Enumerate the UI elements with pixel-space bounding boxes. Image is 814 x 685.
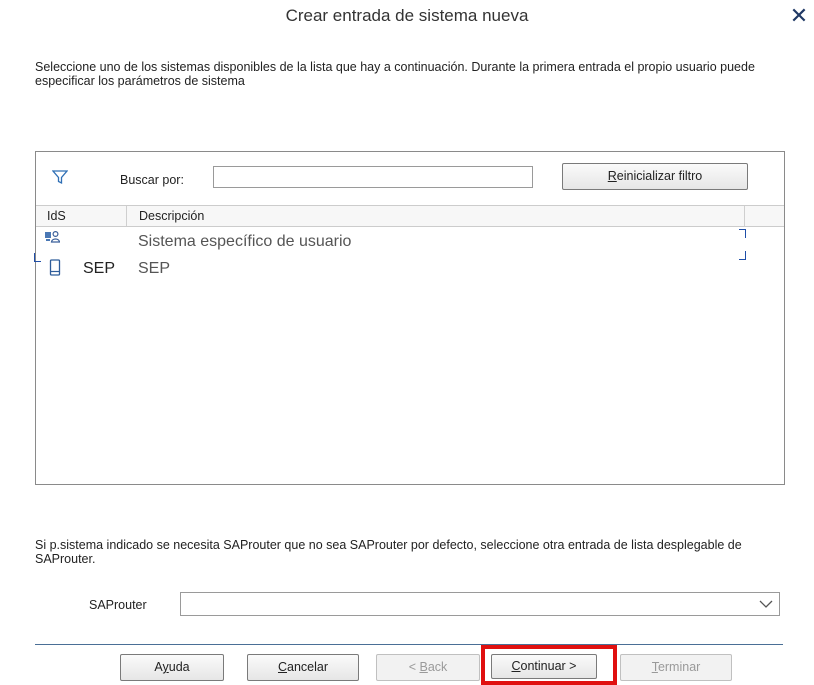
column-header-description[interactable]: Descripción <box>139 209 204 223</box>
row-id: SEP <box>83 260 116 277</box>
finish-button[interactable]: Terminar <box>620 654 732 681</box>
saprouter-select[interactable] <box>180 592 780 616</box>
cancel-button[interactable]: Cancelar <box>247 654 359 681</box>
column-header-ids[interactable]: IdS <box>47 209 66 223</box>
focus-corner <box>739 229 746 238</box>
table-row[interactable]: SEP SEP <box>36 256 784 282</box>
filter-icon[interactable] <box>52 169 68 185</box>
dialog-title: Crear entrada de sistema nueva <box>285 6 529 25</box>
row-description: SEP <box>138 260 171 277</box>
back-button[interactable]: < Back <box>376 654 480 681</box>
intro-text: Seleccione uno de los sistemas disponibl… <box>35 60 755 88</box>
footer-divider <box>35 644 783 645</box>
saprouter-label: SAProuter <box>89 598 147 612</box>
column-divider[interactable] <box>126 206 127 226</box>
table-header: IdS Descripción <box>36 205 784 227</box>
column-divider[interactable] <box>744 206 745 226</box>
close-icon[interactable]: ✕ <box>787 4 811 28</box>
row-description: Sistema específico de usuario <box>138 233 352 250</box>
device-icon <box>49 259 61 276</box>
help-button[interactable]: Ayuda <box>120 654 224 681</box>
continue-button[interactable]: Continuar > <box>491 654 597 679</box>
table-row[interactable]: Sistema específico de usuario <box>34 229 784 262</box>
search-input[interactable] <box>213 166 533 188</box>
reset-filter-button[interactable]: Reinicializar filtro <box>562 163 748 190</box>
user-system-icon <box>45 230 60 243</box>
chevron-down-icon[interactable] <box>759 597 773 611</box>
system-list-panel: Buscar por: Reinicializar filtro IdS Des… <box>34 151 785 485</box>
search-label: Buscar por: <box>120 173 184 187</box>
saprouter-note: Si p.sistema indicado se necesita SAProu… <box>35 538 742 566</box>
